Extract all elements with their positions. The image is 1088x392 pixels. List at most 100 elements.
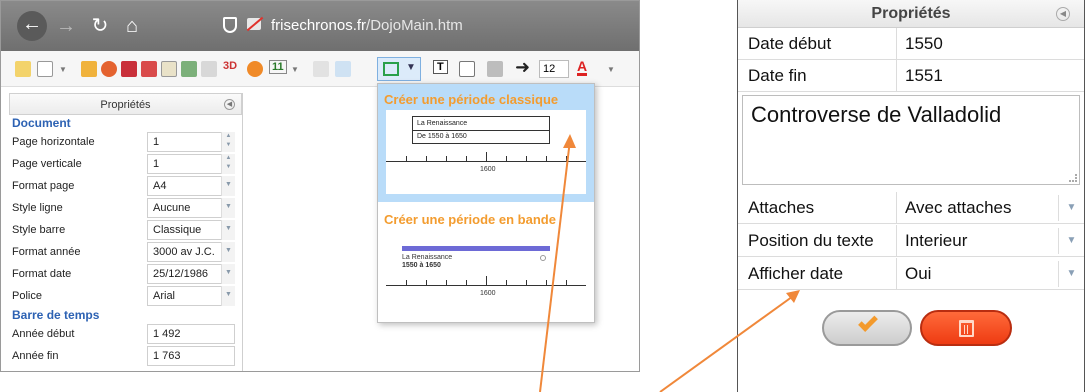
- table-icon[interactable]: [335, 61, 351, 77]
- property-label: Année début: [12, 328, 75, 340]
- delete-button[interactable]: [920, 310, 1012, 346]
- preview-ruler: [386, 276, 586, 286]
- property-label: Format année: [12, 246, 81, 258]
- property-row: Style barre Classique ▼: [9, 219, 242, 241]
- chevron-down-icon[interactable]: ▼: [59, 65, 67, 74]
- date-debut-field[interactable]: 1550: [896, 28, 1084, 60]
- validate-button[interactable]: [822, 310, 912, 346]
- date-debut-row: Date début 1550: [738, 28, 1084, 60]
- new-document-icon[interactable]: [37, 61, 53, 77]
- classic-period-title: Créer une période classique: [384, 92, 559, 107]
- pdf-icon[interactable]: [141, 61, 157, 77]
- property-row: Format page A4 ▼: [9, 175, 242, 197]
- chevron-down-icon[interactable]: ▼: [221, 242, 235, 262]
- forward-arrow-icon[interactable]: →: [53, 13, 79, 39]
- attaches-row: Attaches Avec attaches ▼: [738, 192, 1084, 224]
- menu-item-classic-period[interactable]: Créer une période classique La Renaissan…: [378, 84, 594, 202]
- property-value-field[interactable]: 1 763: [147, 346, 235, 366]
- zoom-properties-title: Propriétés: [871, 5, 951, 22]
- home-icon[interactable]: ⌂: [119, 13, 145, 39]
- insecure-lock-icon[interactable]: [247, 18, 261, 30]
- menu-item-band-period[interactable]: Créer une période en bande La Renaissanc…: [378, 204, 594, 322]
- preview-ruler-label: 1600: [480, 290, 496, 297]
- chevron-down-icon[interactable]: ▼: [221, 220, 235, 240]
- font-size-field[interactable]: 12: [539, 60, 569, 78]
- property-label: Page horizontale: [12, 136, 95, 148]
- date-fin-field[interactable]: 1551: [896, 60, 1084, 92]
- reload-icon[interactable]: ↻: [87, 13, 113, 39]
- preview-ruler: [386, 152, 586, 162]
- globe-icon[interactable]: [247, 61, 263, 77]
- properties-header: Propriétés ◀: [9, 93, 242, 115]
- print-icon[interactable]: [161, 61, 177, 77]
- text-box-button[interactable]: T: [433, 60, 448, 74]
- collapse-icon[interactable]: ◀: [224, 99, 235, 110]
- chevron-down-icon[interactable]: ▼: [1058, 228, 1084, 254]
- preview-band-dates: 1550 à 1650: [402, 262, 441, 269]
- chevron-down-icon[interactable]: ▼: [291, 65, 299, 74]
- back-arrow-icon[interactable]: ←: [17, 11, 47, 41]
- ruler-icon[interactable]: [313, 61, 329, 77]
- new-file-icon[interactable]: [15, 61, 31, 77]
- trash-icon: [959, 320, 974, 337]
- position-texte-select[interactable]: Interieur ▼: [896, 225, 1084, 257]
- property-row: Page verticale 1 ▲ ▼: [9, 153, 242, 175]
- description-textarea[interactable]: Controverse de Valladolid: [742, 95, 1080, 185]
- zoom-properties-header: Propriétés ◀: [738, 0, 1084, 28]
- date-fin-label: Date fin: [748, 66, 807, 85]
- afficher-date-select[interactable]: Oui ▼: [896, 258, 1084, 290]
- chevron-down-icon[interactable]: ▼: [221, 286, 235, 306]
- collapse-icon[interactable]: ◀: [1056, 7, 1070, 21]
- save-icon[interactable]: [121, 61, 137, 77]
- three-d-button[interactable]: 3D: [223, 60, 237, 72]
- browser-window: ← → ↻ ⌂ frisechronos.fr/DojoMain.htm ▼ 3…: [0, 0, 640, 372]
- position-texte-value: Interieur: [905, 231, 968, 250]
- chevron-down-icon[interactable]: ▼: [1058, 261, 1084, 287]
- property-label: Page verticale: [12, 158, 82, 170]
- timebar-rows: Année début 1 492 Année fin 1 763: [9, 323, 242, 367]
- calendar-button[interactable]: 11: [269, 60, 287, 74]
- arrow-icon[interactable]: ➜: [515, 57, 530, 78]
- insert-period-button[interactable]: ▼: [377, 57, 421, 81]
- afficher-date-row: Afficher date Oui ▼: [738, 258, 1084, 290]
- open-folder-icon[interactable]: [81, 61, 97, 77]
- attaches-select[interactable]: Avec attaches ▼: [896, 192, 1084, 224]
- property-label: Police: [12, 290, 42, 302]
- undo-icon[interactable]: [101, 61, 117, 77]
- address-bar[interactable]: frisechronos.fr/DojoMain.htm: [271, 17, 463, 34]
- resize-grip-icon[interactable]: [1069, 174, 1077, 182]
- chevron-down-icon[interactable]: ▼: [221, 198, 235, 218]
- preview-period-name: La Renaissance: [417, 120, 468, 127]
- property-label: Style ligne: [12, 202, 63, 214]
- band-period-preview: La Renaissance 1550 à 1650 1600: [386, 230, 586, 314]
- property-label: Année fin: [12, 350, 59, 362]
- link-icon[interactable]: [487, 61, 503, 77]
- spinner-icon[interactable]: ▲ ▼: [221, 132, 235, 152]
- attaches-value: Avec attaches: [905, 198, 1012, 217]
- rectangle-icon[interactable]: [459, 61, 475, 77]
- preview-period-box: La Renaissance De 1550 à 1650: [412, 116, 550, 144]
- chevron-down-icon[interactable]: ▼: [607, 65, 615, 74]
- preview-band: [402, 246, 550, 251]
- property-row: Format année 3000 av J.C. ▼: [9, 241, 242, 263]
- text-color-button[interactable]: A: [577, 59, 588, 76]
- chevron-down-icon[interactable]: ▼: [221, 176, 235, 196]
- chevron-down-icon[interactable]: ▼: [221, 264, 235, 284]
- section-document: Document: [12, 116, 71, 130]
- property-value-field[interactable]: 1 492: [147, 324, 235, 344]
- chevron-down-icon: ▼: [406, 62, 416, 73]
- afficher-date-value: Oui: [905, 264, 932, 283]
- property-label: Style barre: [12, 224, 66, 236]
- position-texte-row: Position du texte Interieur ▼: [738, 225, 1084, 257]
- preview-period-dates: De 1550 à 1650: [413, 130, 549, 142]
- property-label: Format date: [12, 268, 72, 280]
- properties-title: Propriétés: [100, 99, 151, 111]
- date-fin-row: Date fin 1551: [738, 60, 1084, 92]
- grid-icon[interactable]: [181, 61, 197, 77]
- shield-icon[interactable]: [223, 17, 237, 33]
- spinner-icon[interactable]: ▲ ▼: [221, 154, 235, 174]
- chevron-down-icon[interactable]: ▼: [1058, 195, 1084, 221]
- image-icon[interactable]: [201, 61, 217, 77]
- properties-panel: Propriétés ◀ Document Page horizontale 1 ▲…: [9, 93, 243, 371]
- attaches-label: Attaches: [748, 198, 815, 217]
